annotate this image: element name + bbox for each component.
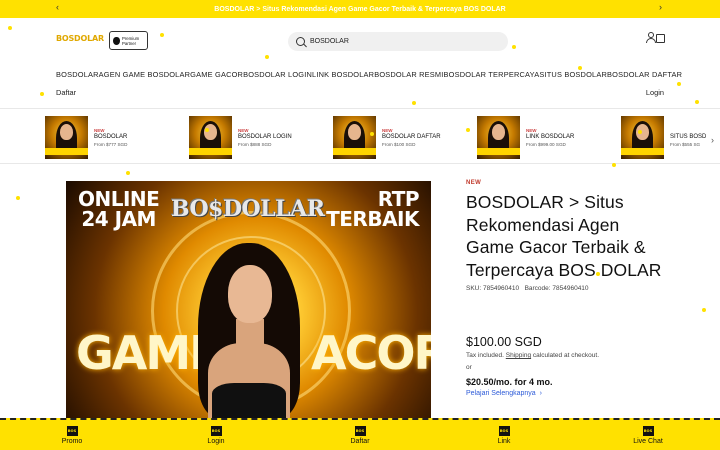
carousel-next-icon[interactable]: ›	[711, 135, 714, 145]
product-name[interactable]: BOSDOLAR	[94, 134, 127, 140]
shipping-link[interactable]: Shipping	[506, 352, 531, 359]
search-value[interactable]: BOSDOLAR	[310, 38, 349, 45]
bottom-nav-login[interactable]: BOS Login	[144, 420, 288, 450]
nav-item-resmi[interactable]: BOSDOLAR RESMI	[374, 70, 443, 82]
product-price: $100.00 SGD	[466, 335, 542, 349]
product-price: From $888 SGD	[238, 141, 272, 147]
product-name[interactable]: LINK BOSDOLAR	[526, 134, 574, 140]
main-nav: BOSDOLAR AGEN GAME BOSDOLAR GAME GACOR B…	[56, 70, 682, 82]
search-input[interactable]: BOSDOLAR	[288, 32, 508, 51]
nav-item-login[interactable]: BOSDOLAR LOGIN	[243, 70, 312, 82]
nav-item-agen-game[interactable]: AGEN GAME BOSDOLAR	[99, 70, 191, 82]
bottom-nav-label: Link	[497, 437, 511, 445]
product-name[interactable]: SITUS BOSD	[670, 134, 706, 140]
product-price: From $999.00 SGD	[526, 141, 566, 147]
partner-line2: Partner	[122, 40, 137, 46]
hero-rtp-text: RTP TERBAIK	[326, 187, 419, 231]
nav-item-terpercaya[interactable]: BOSDOLAR TERPERCAYA	[444, 70, 540, 82]
hero-gacor-text: ACOR	[311, 326, 431, 380]
sku-line: SKU: 7854960410 Barcode: 7854960410	[466, 285, 589, 292]
product-card[interactable]: NEW BOSDOLAR LOGIN From $888 SGD	[189, 114, 292, 160]
announcement-prev-icon[interactable]: ‹	[56, 2, 59, 12]
nav-item-bosdolar[interactable]: BOSDOLAR	[56, 70, 99, 82]
new-badge: NEW	[238, 127, 249, 133]
bos-icon: BOS	[498, 425, 510, 436]
product-price: From $100 SGD	[382, 141, 416, 147]
bottom-nav: BOS Promo BOS Login BOS Daftar BOS Link …	[0, 418, 720, 450]
product-carousel: NEW BOSDOLAR From $777 SGD NEW BOSDOLAR …	[0, 108, 720, 164]
nav-item-game-gacor[interactable]: GAME GACOR	[190, 70, 243, 82]
announcement-bar: ‹ BOSDOLAR > Situs Rekomendasi Agen Game…	[0, 0, 720, 18]
site-logo[interactable]: BOSDOLAR	[56, 34, 104, 43]
product-name[interactable]: BOSDOLAR DAFTAR	[382, 134, 441, 140]
bos-icon: BOS	[66, 425, 78, 436]
hero-brand-logo: BO$DOLLAR	[171, 196, 325, 222]
partner-line1: Premium	[122, 35, 140, 41]
installment-text: $20.50/mo. for 4 mo.	[466, 377, 553, 387]
new-badge: NEW	[526, 127, 537, 133]
bos-icon: BOS	[354, 425, 366, 436]
new-badge: NEW	[466, 180, 482, 186]
product-price: From $777 SGD	[94, 141, 128, 147]
bos-icon: BOS	[210, 425, 222, 436]
product-thumbnail[interactable]	[333, 115, 376, 159]
learn-more-link[interactable]: Pelajari Selengkapnya ›	[466, 390, 542, 397]
cart-icon[interactable]	[656, 34, 665, 43]
product-thumbnail[interactable]	[621, 115, 664, 159]
hero-model-figure	[198, 243, 300, 418]
bottom-nav-live-chat[interactable]: BOS Live Chat	[576, 420, 720, 450]
new-badge: NEW	[382, 127, 393, 133]
tax-note: Tax included. Shipping calculated at che…	[466, 352, 600, 359]
product-thumbnail[interactable]	[477, 115, 520, 159]
bottom-nav-label: Live Chat	[633, 437, 663, 445]
product-thumbnail[interactable]	[189, 115, 232, 159]
hero-online-text: ONLINE 24 JAM	[78, 187, 160, 231]
nav-item-link[interactable]: LINK BOSDOLAR	[312, 70, 374, 82]
product-hero-image[interactable]: ONLINE 24 JAM BO$DOLLAR RTP TERBAIK GAME A…	[66, 181, 431, 418]
product-card[interactable]: NEW LINK BOSDOLAR From $999.00 SGD	[477, 114, 574, 160]
product-name[interactable]: BOSDOLAR LOGIN	[238, 134, 292, 140]
product-info: NEW BOSDOLAR > Situs Rekomendasi Agen Ga…	[466, 180, 666, 397]
apple-icon	[113, 36, 120, 45]
product-card[interactable]: NEW BOSDOLAR DAFTAR From $100 SGD	[333, 114, 441, 160]
product-thumbnail[interactable]	[45, 115, 88, 159]
announcement-next-icon[interactable]: ›	[659, 2, 662, 12]
bos-icon: BOS	[642, 425, 654, 436]
product-price: From $555 SG	[670, 142, 701, 147]
bottom-nav-promo[interactable]: BOS Promo	[0, 420, 144, 450]
site-header: BOSDOLAR Premium Partner BOSDOLAR	[0, 18, 720, 64]
new-badge: NEW	[94, 127, 105, 133]
bottom-nav-daftar[interactable]: BOS Daftar	[288, 420, 432, 450]
nav-item-daftar[interactable]: BOSDOLAR DAFTAR	[607, 70, 682, 82]
product-card[interactable]: SITUS BOSD From $555 SG	[621, 114, 706, 160]
account-icon[interactable]	[646, 32, 656, 43]
search-icon[interactable]	[296, 37, 305, 46]
product-card[interactable]: NEW BOSDOLAR From $777 SGD	[45, 114, 127, 160]
bottom-nav-label: Promo	[61, 437, 83, 445]
bottom-nav-label: Login	[207, 437, 225, 445]
product-title: BOSDOLAR > Situs Rekomendasi Agen Game G…	[466, 192, 662, 280]
bottom-nav-link[interactable]: BOS Link	[432, 420, 576, 450]
announcement-text[interactable]: BOSDOLAR > Situs Rekomendasi Agen Game G…	[214, 6, 505, 13]
premium-partner-badge: Premium Partner	[109, 31, 148, 50]
or-text: or	[466, 364, 472, 371]
bottom-nav-label: Daftar	[350, 437, 370, 445]
nav-login-link[interactable]: Login	[646, 88, 664, 97]
nav-item-situs[interactable]: SITUS BOSDOLAR	[539, 70, 607, 82]
nav-daftar-link[interactable]: Daftar	[56, 88, 76, 97]
chevron-right-icon: ›	[539, 390, 542, 397]
